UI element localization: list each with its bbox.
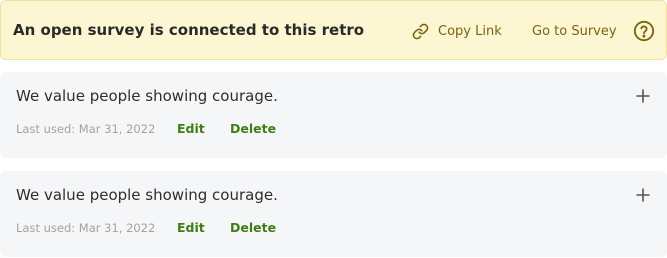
- plus-icon[interactable]: [635, 88, 651, 104]
- copy-link-button[interactable]: Copy Link: [412, 21, 502, 41]
- card-title: We value people showing courage.: [16, 87, 278, 105]
- last-used-text: Last used: Mar 31, 2022: [16, 122, 156, 136]
- edit-button[interactable]: Edit: [177, 121, 205, 136]
- survey-banner: An open survey is connected to this retr…: [0, 0, 667, 60]
- plus-icon[interactable]: [635, 187, 651, 203]
- last-used-text: Last used: Mar 31, 2022: [16, 221, 156, 235]
- value-card: We value people showing courage. Last us…: [0, 72, 667, 158]
- link-icon: [412, 23, 429, 39]
- banner-title: An open survey is connected to this retr…: [13, 21, 365, 39]
- copy-link-label: Copy Link: [438, 23, 502, 39]
- edit-button[interactable]: Edit: [177, 220, 205, 235]
- go-to-survey-link[interactable]: Go to Survey: [532, 21, 617, 41]
- card-title: We value people showing courage.: [16, 186, 278, 204]
- page: An open survey is connected to this retr…: [0, 0, 667, 258]
- value-card: We value people showing courage. Last us…: [0, 171, 667, 257]
- delete-button[interactable]: Delete: [230, 121, 276, 136]
- go-to-survey-label: Go to Survey: [532, 23, 617, 39]
- question-circle-icon[interactable]: [633, 20, 655, 42]
- delete-button[interactable]: Delete: [230, 220, 276, 235]
